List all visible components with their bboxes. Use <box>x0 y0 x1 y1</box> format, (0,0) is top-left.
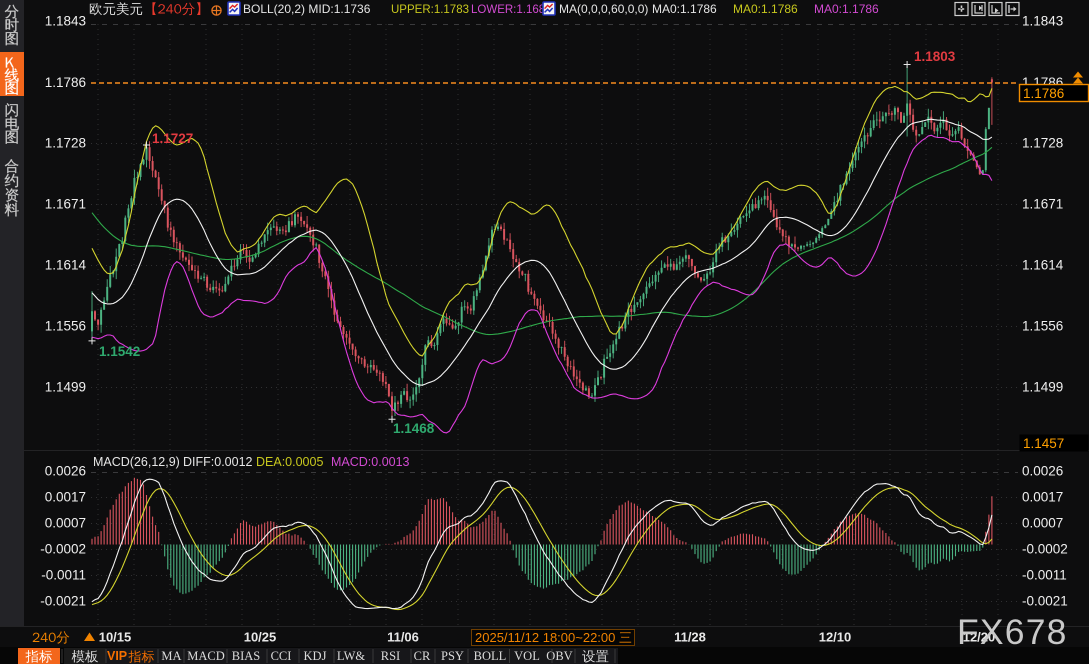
svg-text:10/15: 10/15 <box>99 630 132 645</box>
svg-text:1.1727: 1.1727 <box>152 131 193 146</box>
svg-text:CCI: CCI <box>271 649 292 663</box>
svg-text:1.1556: 1.1556 <box>1022 319 1063 334</box>
svg-text:1.1614: 1.1614 <box>1022 258 1064 273</box>
svg-text:MA0:1.1786: MA0:1.1786 <box>814 2 879 16</box>
svg-text:LW&: LW& <box>337 649 366 663</box>
svg-text:-0.0011: -0.0011 <box>41 568 86 583</box>
svg-text:1.1499: 1.1499 <box>45 380 86 395</box>
svg-text:1.1671: 1.1671 <box>45 197 86 212</box>
svg-text:1.1843: 1.1843 <box>1022 14 1063 29</box>
svg-text:VOL: VOL <box>514 649 540 663</box>
svg-text:BIAS: BIAS <box>232 649 261 663</box>
svg-text:0.0007: 0.0007 <box>1022 516 1063 531</box>
svg-text:KDJ: KDJ <box>304 649 327 663</box>
svg-text:LOWER:1.1688: LOWER:1.1688 <box>471 4 552 16</box>
svg-text:1.1457: 1.1457 <box>1023 436 1064 451</box>
svg-text:-0.0021: -0.0021 <box>1022 594 1068 609</box>
svg-text:1.1556: 1.1556 <box>45 319 86 334</box>
svg-text:-0.0021: -0.0021 <box>40 594 86 609</box>
svg-text:BOLL: BOLL <box>474 649 507 663</box>
svg-text:MA0:1.1786: MA0:1.1786 <box>733 2 798 16</box>
svg-text:DIFF:0.0012: DIFF:0.0012 <box>183 455 253 469</box>
svg-text:CR: CR <box>414 649 431 663</box>
svg-text:-0.0002: -0.0002 <box>1022 542 1068 557</box>
svg-text:MACD: MACD <box>187 649 225 663</box>
svg-text:MA(0,0,0,60,0,0): MA(0,0,0,60,0,0) <box>559 2 648 16</box>
svg-text:2025/11/12 18:00~22:00: 2025/11/12 18:00~22:00 <box>475 630 615 645</box>
svg-text:MA0:1.1786: MA0:1.1786 <box>652 2 717 16</box>
svg-text:UPPER:1.1783: UPPER:1.1783 <box>391 4 469 16</box>
svg-text:MACD:0.0013: MACD:0.0013 <box>331 455 410 469</box>
svg-text:MA: MA <box>161 649 181 663</box>
svg-text:11/28: 11/28 <box>674 630 706 645</box>
svg-text:1.1843: 1.1843 <box>45 14 86 29</box>
svg-text:1.1468: 1.1468 <box>393 421 435 436</box>
svg-text:10/25: 10/25 <box>244 630 277 645</box>
svg-text:1.1499: 1.1499 <box>1022 380 1063 395</box>
svg-text:0.0026: 0.0026 <box>45 464 86 479</box>
svg-text:1.1614: 1.1614 <box>45 258 87 273</box>
svg-text:BOLL(20,2) MID:1.1736: BOLL(20,2) MID:1.1736 <box>243 2 371 16</box>
svg-text:FX678: FX678 <box>957 612 1068 652</box>
svg-text:1.1728: 1.1728 <box>45 136 86 151</box>
svg-text:OBV: OBV <box>546 649 572 663</box>
svg-text:0.0026: 0.0026 <box>1022 464 1063 479</box>
svg-text:MACD(26,12,9): MACD(26,12,9) <box>93 455 180 469</box>
svg-text:RSI: RSI <box>381 649 400 663</box>
svg-text:-0.0002: -0.0002 <box>40 542 86 557</box>
svg-text:PSY: PSY <box>441 649 464 663</box>
svg-text:1.1671: 1.1671 <box>1022 197 1063 212</box>
svg-text:1.1803: 1.1803 <box>914 49 956 64</box>
svg-text:1.1786: 1.1786 <box>45 75 86 90</box>
svg-text:11/06: 11/06 <box>387 630 419 645</box>
svg-text:0.0017: 0.0017 <box>1022 490 1063 505</box>
svg-text:-0.0011: -0.0011 <box>1022 568 1067 583</box>
svg-text:12/10: 12/10 <box>819 630 852 645</box>
svg-text:1.1728: 1.1728 <box>1022 136 1063 151</box>
svg-text:VIP: VIP <box>107 649 127 663</box>
svg-text:1.1542: 1.1542 <box>99 344 140 359</box>
svg-text:0.0007: 0.0007 <box>45 516 86 531</box>
svg-text:0.0017: 0.0017 <box>45 490 86 505</box>
svg-text:DEA:0.0005: DEA:0.0005 <box>256 455 323 469</box>
svg-text:1.1786: 1.1786 <box>1023 86 1064 101</box>
